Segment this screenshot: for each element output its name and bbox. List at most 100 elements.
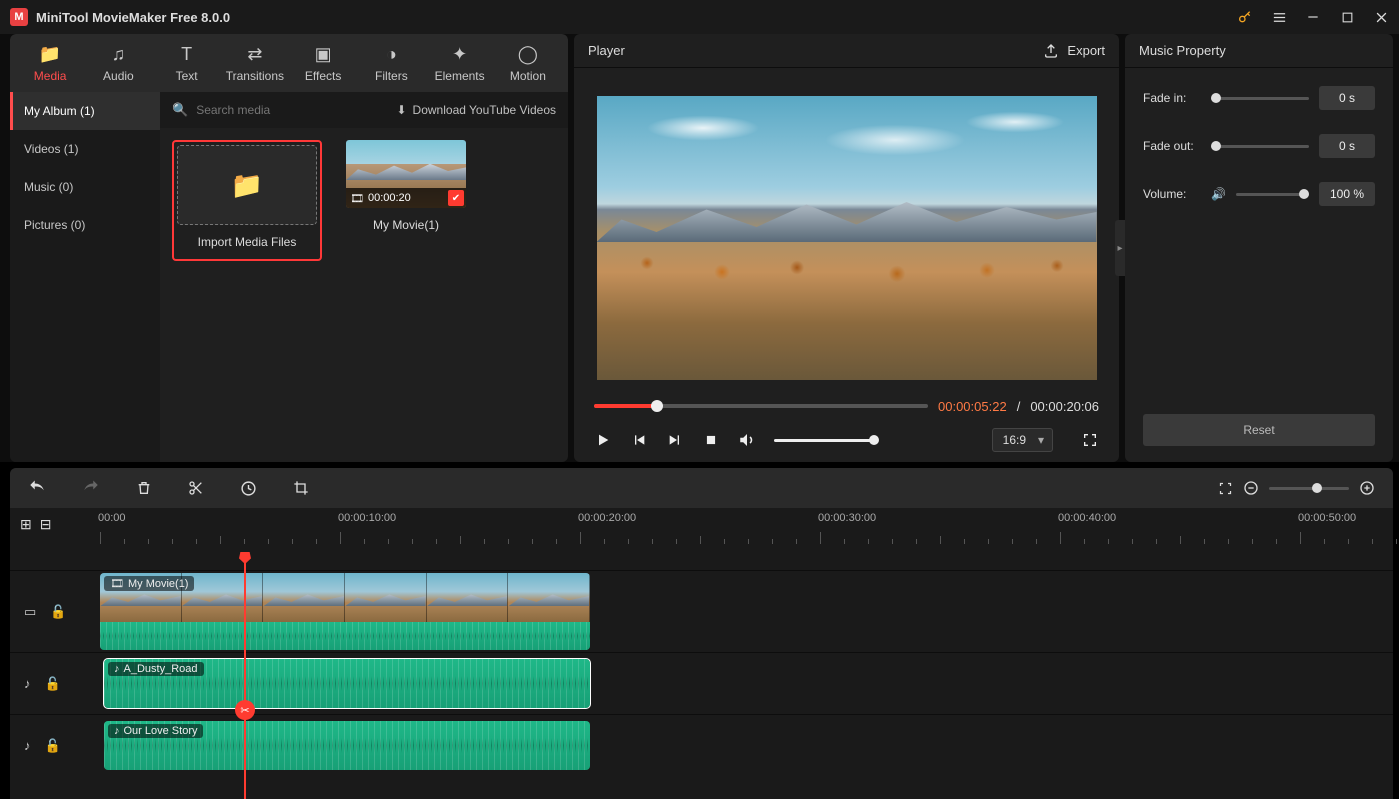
seek-bar[interactable]: [594, 404, 928, 408]
music-icon: ♪: [114, 725, 120, 737]
tab-motion[interactable]: ◯Motion: [496, 37, 560, 89]
audio-clip-2[interactable]: ♪Our Love Story: [104, 721, 590, 770]
fade-out-slider[interactable]: [1211, 145, 1309, 148]
album-list: My Album (1) Videos (1) Music (0) Pictur…: [10, 92, 160, 462]
search-input[interactable]: [196, 103, 388, 117]
media-thumbnail: 🎞 00:00:20 ✔: [346, 140, 466, 208]
app-title: MiniTool MovieMaker Free 8.0.0: [36, 10, 230, 25]
speed-button[interactable]: [240, 480, 257, 497]
import-media-button[interactable]: 📁: [177, 145, 317, 225]
time-ruler[interactable]: 00:0000:00:10:0000:00:20:0000:00:30:0000…: [100, 508, 1393, 552]
lock-icon[interactable]: 🔓: [50, 604, 66, 620]
volume-slider[interactable]: [774, 439, 874, 442]
reset-button[interactable]: Reset: [1143, 414, 1375, 446]
effects-icon: ▣: [315, 44, 332, 65]
zoom-slider[interactable]: [1269, 487, 1349, 490]
filters-icon: ◑: [386, 44, 397, 65]
media-item[interactable]: 🎞 00:00:20 ✔ My Movie(1): [336, 140, 476, 232]
timeline-toolbar: [10, 468, 1393, 508]
tab-media[interactable]: 📁Media: [18, 37, 82, 89]
add-track-button[interactable]: ⊞: [20, 516, 32, 533]
tab-effects[interactable]: ▣Effects: [291, 37, 355, 89]
download-youtube-link[interactable]: ⬇ Download YouTube Videos: [396, 103, 556, 117]
app-logo: M: [10, 8, 28, 26]
aspect-ratio-select[interactable]: 16:9: [992, 428, 1053, 452]
volume-prop-value[interactable]: 100 %: [1319, 182, 1375, 206]
check-icon: ✔: [448, 190, 464, 206]
license-key-icon[interactable]: [1237, 9, 1253, 25]
tab-elements[interactable]: ✦Elements: [428, 37, 492, 89]
music-track-icon: ♪: [24, 738, 31, 753]
lock-icon[interactable]: 🔓: [45, 676, 61, 692]
import-media-highlight: 📁 Import Media Files: [172, 140, 322, 261]
music-track-icon: ♪: [24, 676, 31, 691]
player-pane: Player Export 00:00:05:22 / 00:00:20:06: [574, 34, 1119, 462]
next-frame-button[interactable]: [666, 431, 684, 449]
collapse-handle[interactable]: ▸: [1115, 220, 1125, 276]
text-icon: T: [181, 44, 192, 65]
close-icon[interactable]: [1373, 9, 1389, 25]
tab-transitions[interactable]: ⇄Transitions: [223, 37, 287, 89]
music-icon: ♫: [112, 44, 126, 65]
fade-out-value[interactable]: 0 s: [1319, 134, 1375, 158]
minimize-icon[interactable]: [1305, 9, 1321, 25]
redo-button[interactable]: [82, 479, 100, 497]
search-icon: 🔍: [172, 102, 188, 118]
fade-in-row: Fade in: 0 s: [1143, 86, 1375, 110]
tabbar: 📁Media ♫Audio TText ⇄Transitions ▣Effect…: [10, 34, 568, 92]
export-button[interactable]: Export: [1043, 43, 1105, 59]
preview-canvas[interactable]: [597, 96, 1097, 380]
audio-track-1: ♪ 🔓 ♪A_Dusty_Road: [10, 652, 1393, 714]
total-time: 00:00:20:06: [1030, 399, 1099, 414]
split-button[interactable]: [188, 480, 204, 496]
maximize-icon[interactable]: [1339, 9, 1355, 25]
transition-icon: ⇄: [247, 44, 262, 65]
folder-open-icon: 📁: [231, 170, 263, 201]
speaker-icon: 🔊: [1211, 187, 1226, 201]
audio-clip-1[interactable]: ♪A_Dusty_Road: [104, 659, 590, 708]
tab-audio[interactable]: ♫Audio: [86, 37, 150, 89]
current-time: 00:00:05:22: [938, 399, 1007, 414]
remove-track-button[interactable]: ⊟: [40, 516, 52, 533]
film-icon: 🎞: [350, 192, 364, 205]
zoom-out-button[interactable]: [1243, 480, 1259, 496]
volume-row: Volume: 🔊 100 %: [1143, 182, 1375, 206]
album-videos[interactable]: Videos (1): [10, 130, 160, 168]
fade-in-slider[interactable]: [1211, 97, 1309, 100]
export-icon: [1043, 43, 1059, 59]
volume-prop-slider[interactable]: [1236, 193, 1309, 196]
music-icon: ♪: [114, 663, 120, 675]
menu-icon[interactable]: [1271, 9, 1287, 25]
volume-icon[interactable]: [738, 431, 756, 449]
prev-frame-button[interactable]: [630, 431, 648, 449]
media-name: My Movie(1): [373, 218, 439, 232]
lock-icon[interactable]: 🔓: [45, 738, 61, 754]
album-my-album[interactable]: My Album (1): [10, 92, 160, 130]
fade-in-value[interactable]: 0 s: [1319, 86, 1375, 110]
folder-icon: 📁: [39, 44, 61, 65]
fit-zoom-button[interactable]: [1218, 481, 1233, 496]
tab-filters[interactable]: ◑Filters: [359, 37, 423, 89]
delete-button[interactable]: [136, 480, 152, 496]
album-music[interactable]: Music (0): [10, 168, 160, 206]
zoom-in-button[interactable]: [1359, 480, 1375, 496]
video-track-icon: ▭: [24, 604, 36, 620]
import-media-label: Import Media Files: [198, 235, 297, 249]
play-button[interactable]: [594, 431, 612, 449]
video-clip[interactable]: 🎞My Movie(1): [100, 573, 590, 650]
tab-text[interactable]: TText: [155, 37, 219, 89]
album-pictures[interactable]: Pictures (0): [10, 206, 160, 244]
properties-title: Music Property: [1139, 43, 1226, 58]
undo-button[interactable]: [28, 479, 46, 497]
properties-pane: ▸ Music Property Fade in: 0 s Fade out: …: [1125, 34, 1393, 462]
titlebar: M MiniTool MovieMaker Free 8.0.0: [0, 0, 1399, 34]
media-grid: 📁 Import Media Files 🎞 00:00:20 ✔: [160, 128, 568, 462]
playhead[interactable]: ✂: [244, 552, 246, 799]
tracks-area: ✂ ▭ 🔓 🎞My Movie(1) ♪ 🔓: [10, 552, 1393, 799]
crop-button[interactable]: [293, 480, 309, 496]
fullscreen-button[interactable]: [1081, 431, 1099, 449]
stop-button[interactable]: [702, 431, 720, 449]
player-title: Player: [588, 43, 625, 58]
timeline: ⊞ ⊟ 00:0000:00:10:0000:00:20:0000:00:30:…: [10, 468, 1393, 799]
film-icon: 🎞: [110, 577, 124, 590]
